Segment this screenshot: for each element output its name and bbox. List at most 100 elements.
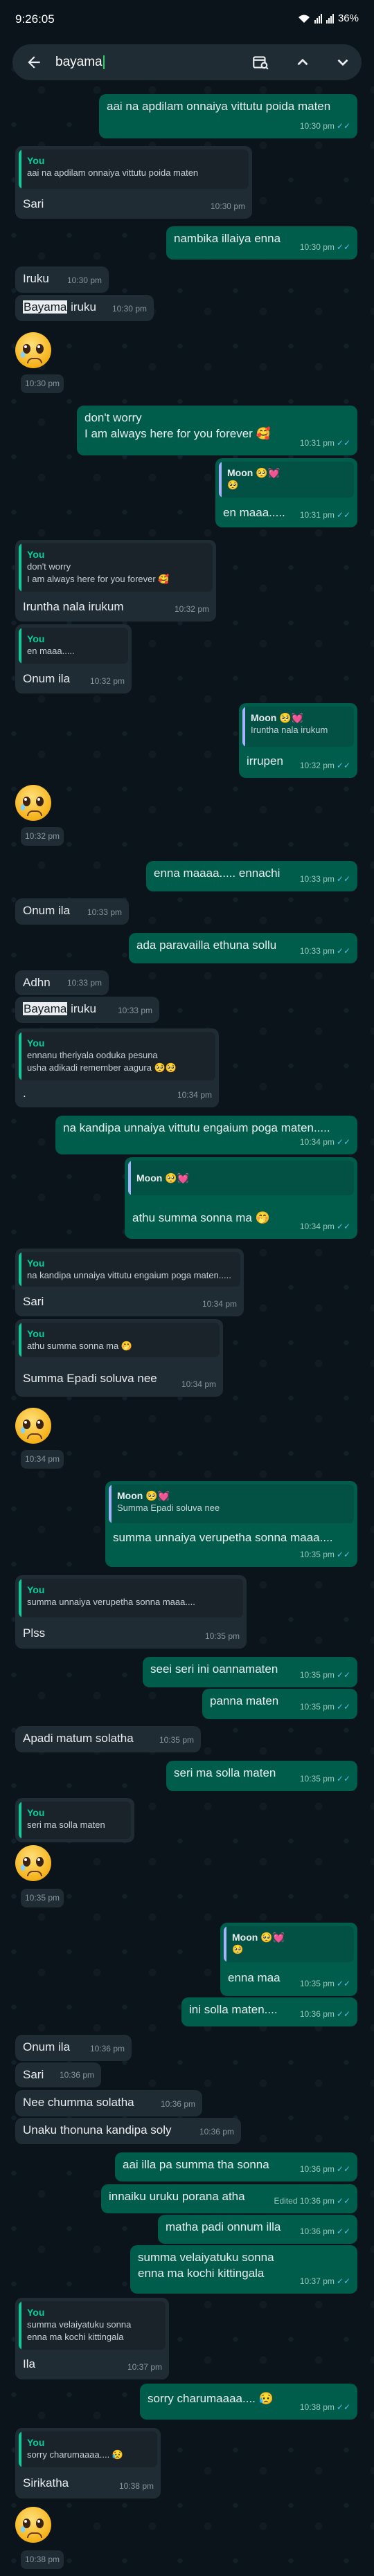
incoming-message[interactable]: Adhn 10:33 pm: [15, 970, 109, 995]
double-tick-icon: ✓✓: [336, 2276, 350, 2286]
message-text: I am always here for you forever 🥰: [84, 427, 271, 440]
incoming-message[interactable]: Nee chumma solatha 10:36 pm: [15, 2090, 202, 2116]
message-time: 10:30 pm ✓✓: [299, 121, 350, 131]
quoted-message[interactable]: You aai na apdilam onnaiya vittutu poida …: [19, 149, 249, 189]
message-text: Onum ila: [23, 2040, 71, 2053]
message-time: 10:35 pm ✓✓: [299, 1979, 350, 1988]
emoji-message[interactable]: 10:38 pm: [15, 2501, 71, 2573]
quoted-message[interactable]: You na kandipa unnaiya vittutu engaium po…: [19, 1252, 240, 1287]
double-tick-icon: ✓✓: [336, 1550, 350, 1559]
outgoing-message[interactable]: ini solla maten.... 10:36 pm ✓✓: [181, 1997, 357, 2026]
quoted-message[interactable]: You ennanu theriyala ooduka pesuna usha ad…: [19, 1032, 215, 1080]
message-time: 10:33 pm: [87, 907, 122, 917]
incoming-message[interactable]: You seri ma solla maten: [15, 1798, 134, 1842]
outgoing-message[interactable]: aai illa pa summa tha sonna 10:36 pm ✓✓: [115, 2152, 357, 2182]
incoming-message[interactable]: Bayama iruku 10:33 pm: [15, 997, 159, 1023]
incoming-message[interactable]: Onum ila 10:36 pm: [15, 2035, 132, 2061]
quoted-message[interactable]: Moon 🥺💓 Iruntha nala irukum: [242, 707, 354, 747]
message-time: 10:30 pm ✓✓: [299, 242, 350, 252]
incoming-message[interactable]: You sorry charumaaaa.... 😥 Sirikatha 10:3…: [15, 2428, 161, 2498]
quoted-message[interactable]: You athu summa sonna ma 🤭: [19, 1323, 220, 1357]
outgoing-message[interactable]: seri ma solla maten 10:35 pm ✓✓: [166, 1761, 357, 1791]
incoming-message[interactable]: You aai na apdilam onnaiya vittutu poida …: [15, 146, 252, 219]
double-tick-icon: ✓✓: [336, 761, 350, 770]
quoted-message[interactable]: You summa unnaiya verupetha sonna maaa...…: [19, 1579, 243, 1617]
incoming-message[interactable]: You summa unnaiya verupetha sonna maaa...…: [15, 1575, 247, 1649]
quote-text: Summa Epadi soluva nee: [117, 1503, 220, 1513]
outgoing-message[interactable]: matha padi onnum illa 10:36 pm ✓✓: [158, 2215, 357, 2244]
quoted-message[interactable]: You summa velaiyatuku sonna enna ma kochi …: [19, 2301, 166, 2350]
incoming-message[interactable]: Apadi matum solatha 10:35 pm: [15, 1726, 201, 1752]
message-text: en maaa.....: [223, 506, 285, 519]
emoji-message[interactable]: 10:35 pm: [15, 1844, 71, 1913]
back-arrow-icon[interactable]: [25, 53, 43, 71]
double-tick-icon: ✓✓: [336, 2009, 350, 2019]
outgoing-message[interactable]: innaiku uruku porana atha Edited 10:36 p…: [101, 2184, 357, 2213]
outgoing-message[interactable]: Moon 🥺💓 Iruntha nala irukum irrupen 10:32…: [239, 703, 357, 778]
quoted-message[interactable]: You seri ma solla maten: [19, 1802, 131, 1839]
double-tick-icon: ✓✓: [336, 121, 350, 131]
outgoing-message[interactable]: Moon 🥺💓 athu summa sonna ma 🤭 10:34 pm ✓✓: [125, 1157, 357, 1239]
outgoing-message[interactable]: sorry charumaaaa.... 😥 10:38 pm ✓✓: [140, 2384, 357, 2420]
message-text: Onum ila: [23, 904, 71, 917]
message-text: summa unnaiya verupetha sonna maaa....: [113, 1531, 333, 1544]
incoming-message[interactable]: Unaku thonuna kandipa soly 10:36 pm: [15, 2118, 241, 2144]
battery-level: 36%: [337, 12, 359, 24]
outgoing-message[interactable]: Moon 🥺💓 Summa Epadi soluva nee summa unna…: [105, 1481, 357, 1567]
emoji-message[interactable]: 10:34 pm: [15, 1399, 71, 1471]
message-time: 10:32 pm: [174, 604, 209, 614]
incoming-message[interactable]: You don't worry I am always here for you f…: [15, 540, 216, 622]
outgoing-message[interactable]: nambika illaiya enna 10:30 pm ✓✓: [166, 226, 357, 260]
message-text: ada paravailla ethuna sollu: [136, 938, 277, 952]
wifi-icon: [298, 15, 310, 23]
signal-icon: [314, 13, 322, 24]
incoming-message[interactable]: You na kandipa unnaiya vittutu engaium po…: [15, 1249, 244, 1316]
outgoing-message[interactable]: summa velaiyatuku sonna enna ma kochi ki…: [130, 2245, 357, 2294]
outgoing-message[interactable]: enna maaaa..... ennachi 10:33 pm ✓✓: [146, 861, 357, 891]
calendar-search-icon[interactable]: [251, 53, 269, 71]
incoming-message[interactable]: You ennanu theriyala ooduka pesuna usha ad…: [15, 1028, 219, 1107]
message-text: matha padi onnum illa: [166, 2220, 281, 2233]
pleading-face-emoji: [15, 785, 51, 821]
incoming-message[interactable]: Onum ila 10:33 pm: [15, 898, 129, 925]
message-text: enna ma kochi kittingala: [138, 2267, 265, 2280]
outgoing-message[interactable]: Moon 🥺💓 🥺 enna maa 10:35 pm ✓✓: [220, 1923, 357, 1996]
message-time: 10:34 pm: [177, 1090, 212, 1100]
quote-text: 🥺: [232, 1944, 244, 1954]
incoming-message[interactable]: Sari 10:36 pm: [15, 2062, 101, 2087]
quoted-message[interactable]: You sorry charumaaaa.... 😥: [19, 2431, 157, 2467]
emoji-message[interactable]: 10:32 pm: [15, 782, 71, 851]
message-text: seei seri ini oannamaten: [150, 1662, 278, 1676]
outgoing-message[interactable]: aai na apdilam onnaiya vittutu poida mat…: [99, 94, 357, 138]
emoji-message[interactable]: 10:30 pm: [15, 328, 71, 397]
search-input[interactable]: bayama: [55, 55, 105, 70]
outgoing-message[interactable]: panna maten 10:35 pm ✓✓: [202, 1689, 357, 1719]
quoted-message[interactable]: Moon 🥺💓 🥺: [219, 462, 354, 498]
quoted-message[interactable]: You don't worry I am always here for you f…: [19, 543, 213, 592]
incoming-message[interactable]: Bayama iruku 10:30 pm: [15, 295, 154, 321]
incoming-message[interactable]: You en maaa..... Onum ila 10:32 pm: [15, 624, 132, 693]
outgoing-message[interactable]: ada paravailla ethuna sollu 10:33 pm ✓✓: [129, 933, 357, 963]
message-text: Iruku: [23, 272, 49, 285]
message-time: 10:36 pm ✓✓: [299, 2164, 350, 2174]
incoming-message[interactable]: You summa velaiyatuku sonna enna ma kochi …: [15, 2298, 169, 2379]
outgoing-message[interactable]: Moon 🥺💓 🥺 en maaa..... 10:31 pm ✓✓: [215, 458, 357, 527]
chevron-down-icon[interactable]: [334, 53, 352, 71]
quoted-message[interactable]: Moon 🥺💓 Summa Epadi soluva nee: [109, 1485, 354, 1523]
outgoing-message[interactable]: na kandipa unnaiya vittutu engaium poga …: [55, 1116, 357, 1154]
outgoing-message[interactable]: don't worry I am always here for you for…: [77, 406, 357, 455]
message-time: 10:37 pm: [127, 2362, 162, 2372]
message-time: 10:36 pm ✓✓: [299, 2226, 350, 2236]
chevron-up-icon[interactable]: [294, 53, 312, 71]
message-time: 10:36 pm ✓✓: [299, 2009, 350, 2019]
incoming-message[interactable]: Iruku 10:30 pm: [15, 266, 109, 293]
quoted-message[interactable]: Moon 🥺💓: [128, 1161, 354, 1195]
message-text: Plss: [23, 1626, 46, 1640]
quote-author: Moon 🥺💓: [136, 1172, 190, 1183]
quoted-message[interactable]: You en maaa.....: [19, 628, 128, 664]
pleading-face-emoji: [15, 2507, 51, 2543]
outgoing-message[interactable]: seei seri ini oannamaten 10:35 pm ✓✓: [143, 1657, 357, 1687]
quote-text: summa unnaiya verupetha sonna maaa....: [27, 1597, 195, 1607]
incoming-message[interactable]: You athu summa sonna ma 🤭 Summa Epadi sol…: [15, 1319, 223, 1397]
quoted-message[interactable]: Moon 🥺💓 🥺: [224, 1926, 354, 1962]
